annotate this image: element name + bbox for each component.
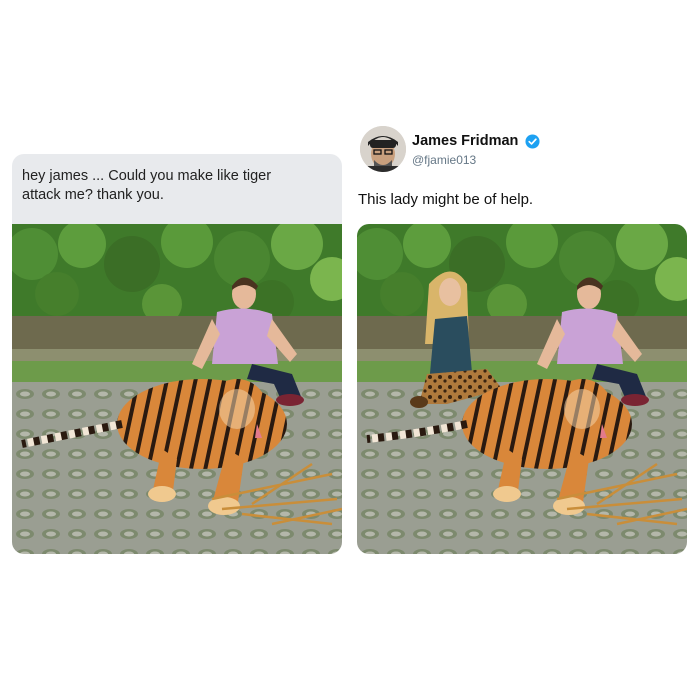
verified-badge-icon bbox=[525, 134, 540, 149]
tweet-header: James Fridman @fjamie013 bbox=[360, 126, 690, 176]
tweet-text: This lady might be of help. bbox=[358, 191, 534, 208]
request-text-line-1: hey james ... Could you make like tiger bbox=[22, 168, 272, 184]
avatar[interactable] bbox=[360, 126, 406, 172]
original-photo bbox=[12, 224, 342, 554]
user-handle[interactable]: @fjamie013 bbox=[412, 153, 476, 167]
request-text-line-2: attack me? thank you. bbox=[22, 187, 164, 203]
edited-photo bbox=[357, 224, 687, 554]
request-message-bubble: hey james ... Could you make like tiger … bbox=[12, 154, 342, 224]
display-name[interactable]: James Fridman bbox=[412, 133, 518, 149]
